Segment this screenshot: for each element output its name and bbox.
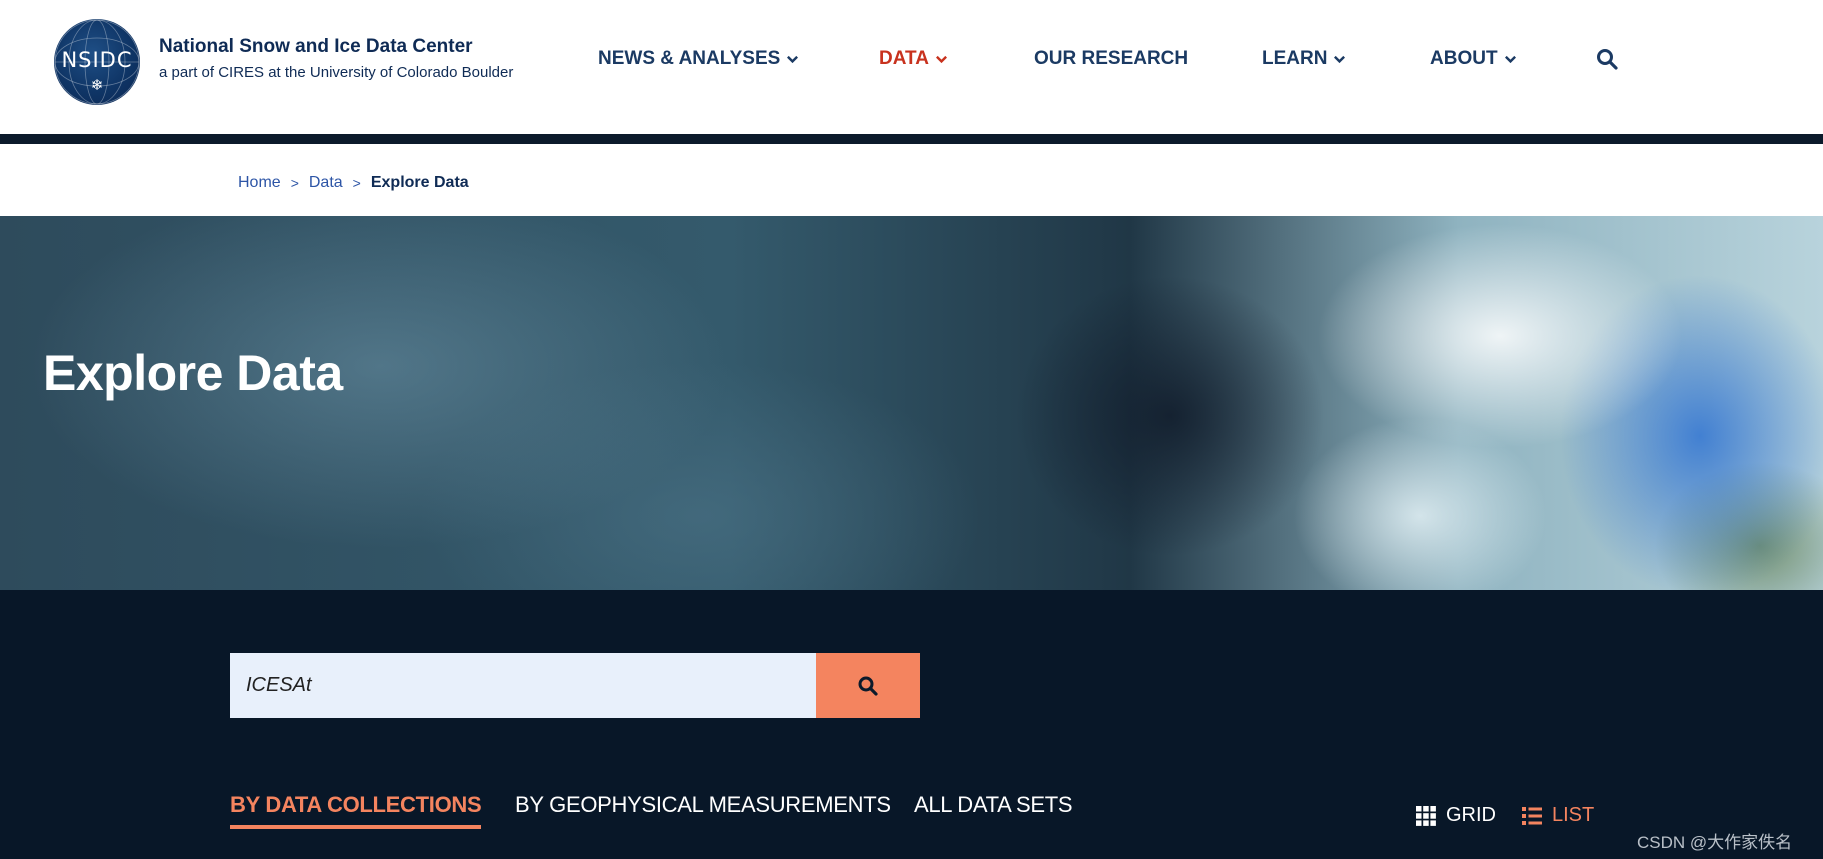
breadcrumb: Home > Data > Explore Data: [238, 174, 469, 192]
breadcrumb-home[interactable]: Home: [238, 174, 281, 192]
site-header: NSIDC ❄ National Snow and Ice Data Cente…: [0, 0, 1823, 134]
view-grid-toggle[interactable]: GRID: [1416, 804, 1496, 827]
org-subtitle: a part of CIRES at the University of Col…: [159, 64, 514, 81]
nav-our-research[interactable]: OUR RESEARCH: [1034, 48, 1188, 70]
nav-data[interactable]: DATA: [879, 48, 948, 70]
nav-label: LEARN: [1262, 48, 1328, 69]
tab-by-geophysical-measurements[interactable]: BY GEOPHYSICAL MEASUREMENTS: [515, 792, 891, 818]
logo-text: NSIDC: [61, 48, 133, 72]
nav-label: NEWS & ANALYSES: [598, 48, 781, 69]
grid-label: GRID: [1446, 804, 1496, 826]
grid-icon: [1416, 805, 1436, 826]
search-section: BY DATA COLLECTIONS BY GEOPHYSICAL MEASU…: [0, 590, 1823, 859]
search-icon[interactable]: [1596, 48, 1618, 70]
view-list-toggle[interactable]: LIST: [1522, 804, 1594, 827]
tab-by-data-collections[interactable]: BY DATA COLLECTIONS: [230, 792, 482, 829]
breadcrumb-separator: >: [352, 175, 361, 191]
nav-about[interactable]: ABOUT: [1430, 48, 1517, 70]
nav-label: ABOUT: [1430, 48, 1498, 69]
page-title: Explore Data: [43, 345, 343, 401]
watermark: CSDN @大作家佚名: [1637, 833, 1793, 852]
list-icon: [1522, 806, 1542, 825]
breadcrumb-data[interactable]: Data: [309, 174, 343, 192]
tab-all-data-sets[interactable]: ALL DATA SETS: [914, 792, 1073, 818]
search-icon: [858, 676, 878, 696]
chevron-down-icon: [935, 55, 947, 63]
breadcrumb-current: Explore Data: [370, 174, 469, 191]
nav-label: OUR RESEARCH: [1034, 48, 1189, 69]
hero-banner: Explore Data: [0, 216, 1823, 590]
search-input[interactable]: [230, 653, 816, 718]
org-name[interactable]: National Snow and Ice Data Center: [159, 36, 473, 58]
nav-news-analyses[interactable]: NEWS & ANALYSES: [598, 48, 799, 70]
header-divider: [0, 134, 1823, 144]
nav-label: DATA: [879, 48, 929, 69]
chevron-down-icon: [1504, 55, 1516, 63]
nav-learn[interactable]: LEARN: [1262, 48, 1346, 70]
breadcrumb-separator: >: [290, 175, 299, 191]
snowflake-icon: ❄: [90, 77, 104, 94]
chevron-down-icon: [1334, 55, 1346, 63]
nsidc-logo[interactable]: NSIDC ❄: [54, 19, 140, 105]
list-label: LIST: [1552, 804, 1595, 826]
search-button[interactable]: [816, 653, 920, 718]
chevron-down-icon: [787, 55, 799, 63]
